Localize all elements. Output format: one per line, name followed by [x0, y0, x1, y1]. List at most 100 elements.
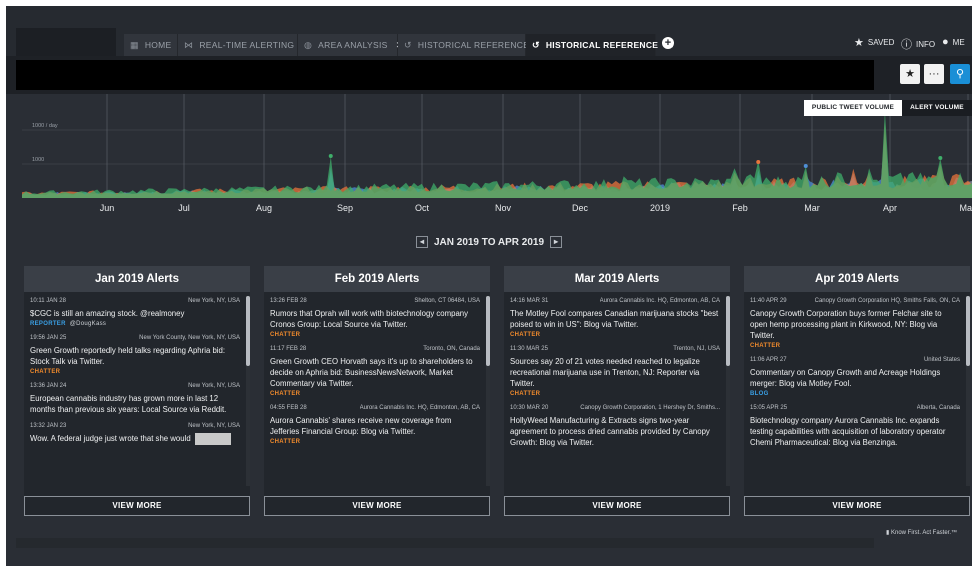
- alert-text: Wow. A federal judge just wrote that she…: [30, 433, 240, 445]
- footer-tagline: ▮ Know First. Act Faster.™: [886, 529, 957, 536]
- alert-text: Green Growth reportedly held talks regar…: [30, 345, 240, 367]
- prev-range-button[interactable]: ◂: [415, 236, 428, 248]
- tab-home[interactable]: ▦ HOME: [124, 34, 178, 56]
- pulse-icon: ⋈: [184, 39, 194, 50]
- alert-list[interactable]: 10:11 JAN 28 New York, NY, USA $CGC is sti…: [24, 296, 246, 486]
- alert-list[interactable]: 13:26 FEB 28 Shelton, CT 06484, USA Rumors…: [264, 296, 486, 486]
- alert-meta: 13:32 JAN 23 New York, NY, USA: [30, 421, 240, 431]
- alert-item[interactable]: 04:55 FEB 28 Aurora Cannabis Inc. HQ, Edm…: [264, 403, 486, 445]
- alert-location: New York, NY, USA: [188, 423, 240, 429]
- alert-tag-label: CHATTER: [270, 332, 301, 338]
- alert-list[interactable]: 11:40 APR 29 Canopy Growth Corporation HQ…: [744, 296, 966, 486]
- x-tick-label: Aug: [256, 203, 272, 213]
- me-link[interactable]: ● ME: [942, 36, 965, 48]
- alert-tag: CHATTER: [510, 332, 720, 338]
- panel-scrollbar[interactable]: [246, 296, 250, 486]
- alert-panel: Mar 2019 Alerts 14:16 MAR 31 Aurora Cannab…: [504, 266, 730, 516]
- tab-real-time-alerting[interactable]: ⋈ REAL-TIME ALERTING ✕: [178, 34, 310, 56]
- alert-item[interactable]: 10:11 JAN 28 New York, NY, USA $CGC is sti…: [24, 296, 246, 327]
- alert-time: 11:30 MAR 25: [510, 346, 548, 352]
- alert-location: Trenton, NJ, USA: [673, 346, 720, 352]
- alert-time: 15:05 APR 25: [750, 405, 788, 411]
- alert-text: European cannabis industry has grown mor…: [30, 393, 240, 415]
- search-button[interactable]: ⚲: [950, 64, 970, 84]
- alert-time: 13:26 FEB 28: [270, 298, 307, 304]
- alert-panel: Feb 2019 Alerts 13:26 FEB 28 Shelton, CT 0…: [264, 266, 490, 516]
- star-icon: ★: [854, 37, 864, 49]
- panel-title: Mar 2019 Alerts: [504, 266, 730, 292]
- more-button[interactable]: ···: [924, 64, 944, 84]
- alert-item[interactable]: 13:36 JAN 24 New York, NY, USA European ca…: [24, 381, 246, 415]
- alert-tag: CHATTER: [270, 391, 480, 397]
- x-tick-label: Jun: [100, 203, 115, 213]
- tab-historical-reference[interactable]: ↺ HISTORICAL REFERENCE ✕: [398, 34, 545, 56]
- app-window: ▦ HOME ⋈ REAL-TIME ALERTING ✕ ◍ AREA ANA…: [6, 6, 972, 566]
- alert-tag: BLOG: [750, 391, 960, 397]
- alert-time: 19:56 JAN 25: [30, 335, 67, 341]
- scrollbar-thumb[interactable]: [966, 296, 970, 366]
- alert-time: 11:06 APR 27: [750, 357, 787, 363]
- alert-item[interactable]: 13:32 JAN 23 New York, NY, USA Wow. A fede…: [24, 421, 246, 445]
- view-more-button[interactable]: VIEW MORE: [264, 496, 490, 516]
- alert-meta: 04:55 FEB 28 Aurora Cannabis Inc. HQ, Edm…: [270, 403, 480, 413]
- x-tick-label: Mar: [804, 203, 820, 213]
- scrollbar-thumb[interactable]: [726, 296, 730, 366]
- alert-location: Toronto, ON, Canada: [423, 346, 480, 352]
- volume-area-series: [22, 110, 972, 198]
- alert-item[interactable]: 11:30 MAR 25 Trenton, NJ, USA Sources say …: [504, 344, 726, 397]
- info-link[interactable]: ⓘ INFO: [901, 36, 935, 52]
- view-more-button[interactable]: VIEW MORE: [24, 496, 250, 516]
- alert-tag-label: CHATTER: [270, 439, 301, 445]
- tab-historical-reference-active[interactable]: ↺ HISTORICAL REFERENCE ✕: [526, 34, 674, 56]
- more-icon: ···: [928, 68, 940, 80]
- x-tick-label: Jul: [178, 203, 190, 213]
- alert-item[interactable]: 15:05 APR 25 Alberta, Canada Biotechnology…: [744, 403, 966, 448]
- scrollbar-thumb[interactable]: [486, 296, 490, 366]
- alert-text-content: The Motley Fool compares Canadian mariju…: [510, 309, 719, 329]
- query-bar[interactable]: [16, 60, 874, 90]
- next-range-button[interactable]: ▸: [550, 236, 563, 248]
- alert-text: Green Growth CEO Horvath says it's up to…: [270, 356, 480, 389]
- star-button[interactable]: ★: [900, 64, 920, 84]
- add-tab-icon[interactable]: +: [662, 37, 674, 49]
- alert-tag-label: REPORTER: [30, 321, 66, 327]
- x-tick-label: Nov: [495, 203, 512, 213]
- alert-handle[interactable]: @DougKass: [70, 321, 106, 327]
- tab-area-analysis[interactable]: ◍ AREA ANALYSIS ✕: [298, 34, 403, 56]
- alert-thumbnail[interactable]: [194, 433, 231, 445]
- alert-item[interactable]: 11:40 APR 29 Canopy Growth Corporation HQ…: [744, 296, 966, 349]
- alert-time: 10:30 MAR 20: [510, 405, 549, 411]
- alert-text-content: Rumors that Oprah will work with biotech…: [270, 309, 469, 329]
- alert-location: Aurora Cannabis Inc. HQ, Edmonton, AB, C…: [599, 298, 720, 304]
- alert-tag-label: CHATTER: [30, 369, 61, 375]
- alert-item[interactable]: 11:06 APR 27 United States Commentary on C…: [744, 355, 966, 397]
- public-tweet-volume-toggle[interactable]: PUBLIC TWEET VOLUME: [804, 100, 902, 116]
- alert-item[interactable]: 19:56 JAN 25 New York County, New York, N…: [24, 333, 246, 375]
- alert-item[interactable]: 10:30 MAR 20 Canopy Growth Corporation, 1…: [504, 403, 726, 448]
- alert-tag-label: CHATTER: [510, 332, 541, 338]
- alert-location: Alberta, Canada: [916, 405, 960, 411]
- alert-list[interactable]: 14:16 MAR 31 Aurora Cannabis Inc. HQ, Edm…: [504, 296, 726, 486]
- alert-panel: Apr 2019 Alerts 11:40 APR 29 Canopy Growth…: [744, 266, 970, 516]
- alert-tag-label: CHATTER: [750, 343, 781, 349]
- x-tick-label: Sep: [337, 203, 353, 213]
- saved-link[interactable]: ★ SAVED: [854, 36, 894, 49]
- alert-item[interactable]: 11:17 FEB 28 Toronto, ON, Canada Green Gro…: [264, 344, 486, 397]
- alert-text: Sources say 20 of 21 votes needed reache…: [510, 356, 720, 389]
- alert-time: 13:32 JAN 23: [30, 423, 67, 429]
- panel-scrollbar[interactable]: [966, 296, 970, 486]
- scrollbar-thumb[interactable]: [246, 296, 250, 366]
- alert-item[interactable]: 14:16 MAR 31 Aurora Cannabis Inc. HQ, Edm…: [504, 296, 726, 338]
- alert-volume-toggle[interactable]: ALERT VOLUME: [902, 100, 972, 116]
- alert-meta: 14:16 MAR 31 Aurora Cannabis Inc. HQ, Edm…: [510, 296, 720, 306]
- view-more-button[interactable]: VIEW MORE: [504, 496, 730, 516]
- date-range-label: JAN 2019 TO APR 2019: [433, 236, 545, 248]
- saved-label: SAVED: [867, 38, 895, 47]
- panel-scrollbar[interactable]: [486, 296, 490, 486]
- alert-item[interactable]: 13:26 FEB 28 Shelton, CT 06484, USA Rumors…: [264, 296, 486, 338]
- x-tick-label: Feb: [732, 203, 748, 213]
- alert-meta: 10:30 MAR 20 Canopy Growth Corporation, 1…: [510, 403, 720, 413]
- panel-scrollbar[interactable]: [726, 296, 730, 486]
- view-more-button[interactable]: VIEW MORE: [744, 496, 970, 516]
- grid-icon: ▦: [130, 39, 139, 50]
